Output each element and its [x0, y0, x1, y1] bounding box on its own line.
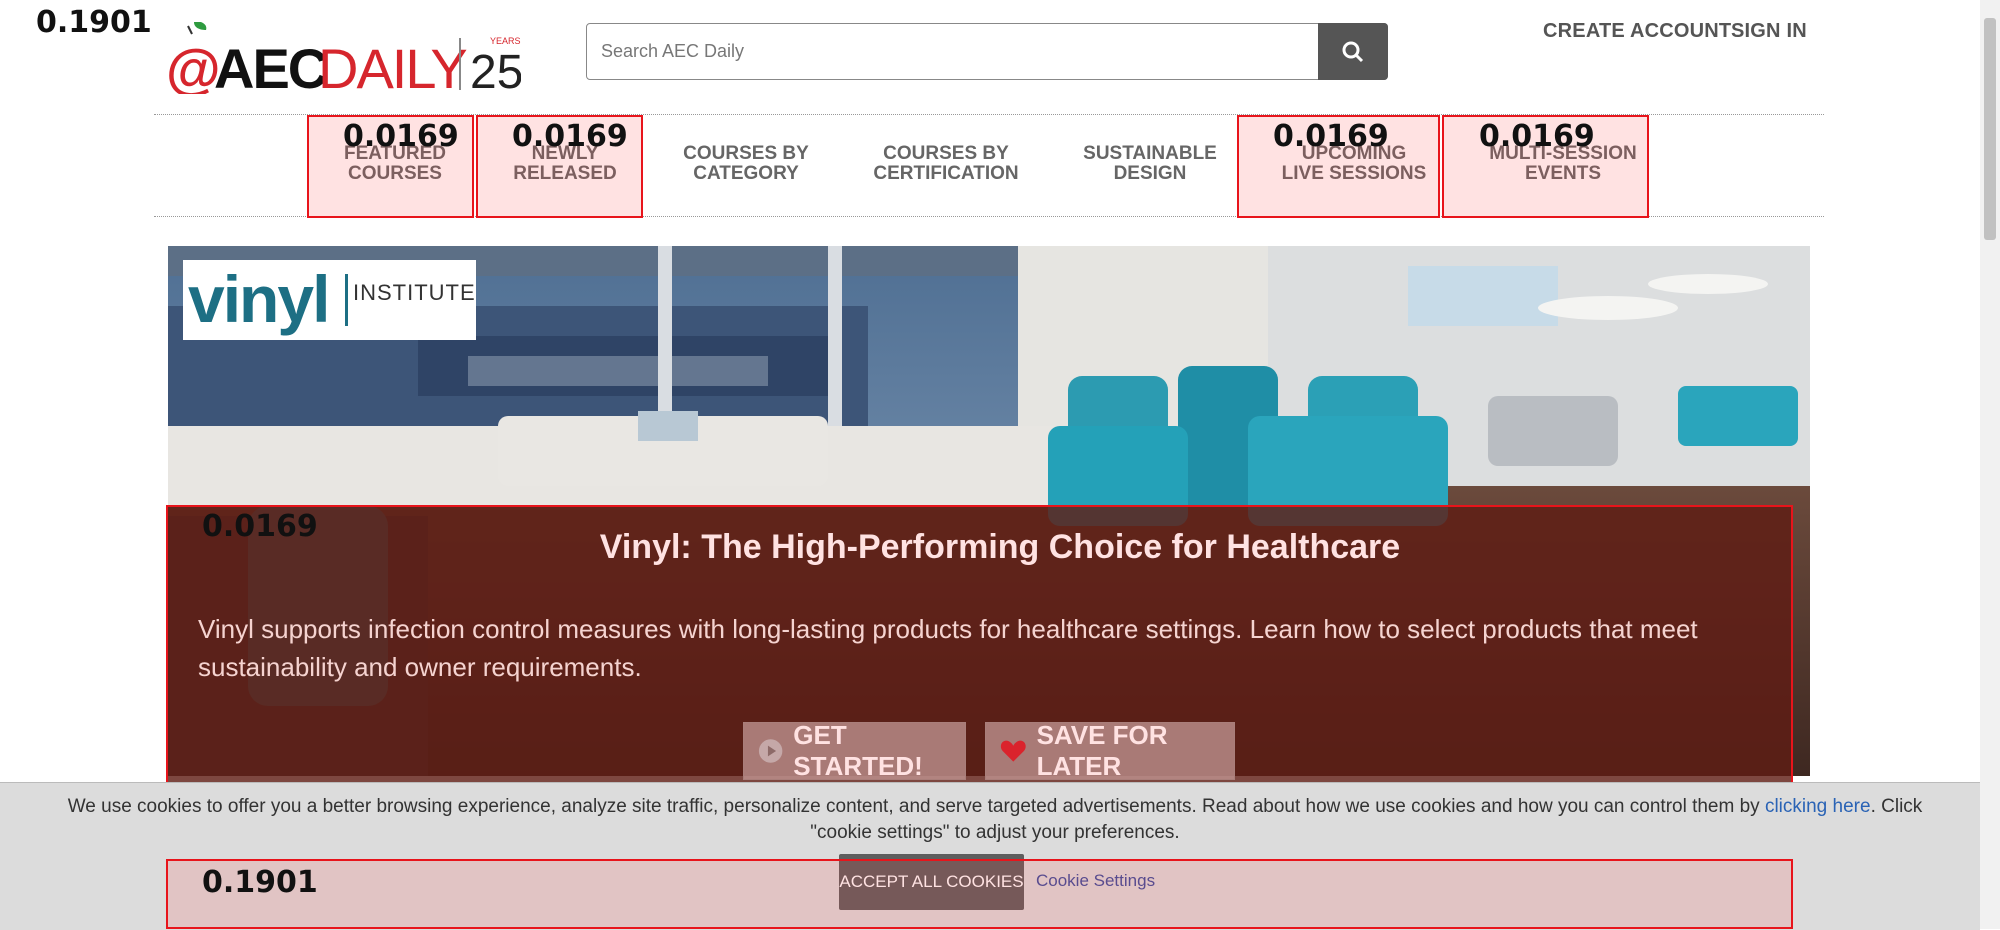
page-scrollbar[interactable]	[1980, 0, 2000, 929]
cookie-message: We use cookies to offer you a better bro…	[40, 794, 1950, 846]
nav-label-line: CATEGORY	[693, 163, 799, 184]
logo-years: YEARS	[490, 36, 521, 46]
logo-daily: DAILY	[318, 37, 467, 94]
score-label: 0.0169	[343, 119, 459, 154]
scrollbar-thumb[interactable]	[1984, 18, 1996, 240]
search-icon	[1342, 41, 1364, 62]
score-label: 0.0169	[1273, 119, 1389, 154]
vinyl-institute-graphic: vinyl INSTITUTE	[188, 262, 476, 336]
institute-word: INSTITUTE	[353, 280, 476, 305]
cookie-policy-link[interactable]: clicking here	[1765, 796, 1871, 817]
logo-25: 25	[470, 46, 521, 94]
score-label: 0.0169	[1479, 119, 1595, 154]
nav-label-line: COURSES BY	[683, 143, 809, 164]
nav-courses-by-category[interactable]: COURSES BY CATEGORY	[672, 144, 820, 184]
search-button[interactable]	[1318, 23, 1388, 80]
score-label: 0.0169	[202, 509, 318, 544]
highlight-box	[166, 505, 1793, 803]
score-label: 0.0169	[512, 119, 628, 154]
search-input[interactable]	[587, 24, 1317, 79]
nav-sustainable-design[interactable]: SUSTAINABLE DESIGN	[1078, 144, 1222, 184]
sign-in-link[interactable]: SIGN IN	[1731, 20, 1807, 43]
vinyl-institute-logo: vinyl INSTITUTE	[183, 260, 476, 340]
logo-aec: AEC	[214, 37, 327, 94]
create-account-link[interactable]: CREATE ACCOUNT	[1543, 20, 1731, 43]
nav-label-line: CERTIFICATION	[873, 163, 1019, 184]
score-label: 0.1901	[202, 865, 318, 900]
aecdaily-logo[interactable]: @ AEC DAILY 25 YEARS	[166, 21, 523, 100]
search-bar	[586, 23, 1388, 80]
score-label: 0.1901	[36, 5, 152, 40]
nav-label-line: COURSES BY	[883, 143, 1009, 164]
highlight-box	[166, 859, 1793, 929]
logo-at: @	[166, 37, 221, 94]
nav-label-line: DESIGN	[1113, 163, 1187, 184]
logo-graphic: @ AEC DAILY 25 YEARS	[166, 21, 523, 100]
vinyl-word: vinyl	[188, 262, 328, 336]
nav-label-line: SUSTAINABLE	[1083, 143, 1217, 164]
nav-courses-by-certification[interactable]: COURSES BY CERTIFICATION	[862, 144, 1030, 184]
cookie-text-before: We use cookies to offer you a better bro…	[67, 796, 1765, 817]
